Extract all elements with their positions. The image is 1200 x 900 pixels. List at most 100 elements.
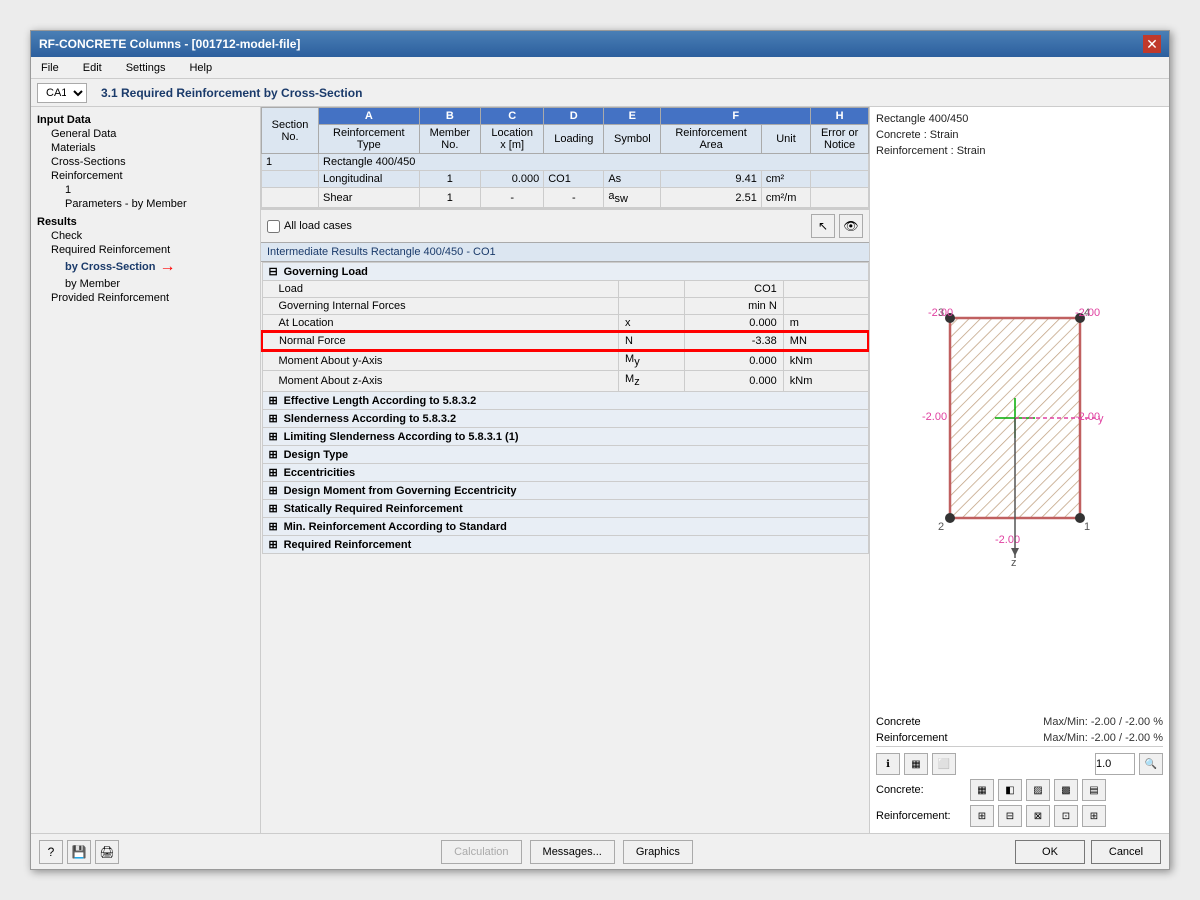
result-row-load: Load CO1 bbox=[262, 281, 868, 298]
expander-icon[interactable]: ⊟ bbox=[269, 265, 281, 278]
result-row-mz: Moment About z-Axis Mz 0.000 kNm bbox=[262, 371, 868, 391]
row-value-my: 0.000 bbox=[684, 350, 783, 371]
reinf-btn1[interactable]: ⊞ bbox=[970, 805, 994, 827]
graphics-button[interactable]: Graphics bbox=[623, 840, 693, 864]
menu-bar: File Edit Settings Help bbox=[31, 57, 1169, 79]
messages-button[interactable]: Messages... bbox=[530, 840, 615, 864]
loading-co1: CO1 bbox=[544, 171, 604, 188]
input-data-section: Input Data General Data Materials Cross-… bbox=[37, 113, 254, 211]
tree-reinforcement-1[interactable]: 1 bbox=[37, 183, 254, 197]
info-btn[interactable]: ℹ bbox=[876, 753, 900, 775]
reinforcement-control-row: Reinforcement: ⊞ ⊟ ⊠ ⊡ ⊞ bbox=[876, 805, 1163, 827]
concrete-btn5[interactable]: ▤ bbox=[1082, 779, 1106, 801]
area-9: 9.41 bbox=[661, 171, 762, 188]
statically-req-row[interactable]: ⊞ Statically Required Reinforcement bbox=[262, 499, 868, 517]
menu-settings[interactable]: Settings bbox=[120, 60, 172, 76]
tree-cross-sections[interactable]: Cross-Sections bbox=[37, 155, 254, 169]
mid-left-label: -2.00 bbox=[922, 411, 947, 423]
menu-file[interactable]: File bbox=[35, 60, 65, 76]
save-btn[interactable]: 💾 bbox=[67, 840, 91, 864]
tree-required-reinforcement[interactable]: Required Reinforcement bbox=[37, 243, 254, 257]
vis-title-line3: Reinforcement : Strain bbox=[876, 145, 1163, 157]
reinf-btn2[interactable]: ⊟ bbox=[998, 805, 1022, 827]
row-value-load: CO1 bbox=[684, 281, 783, 298]
member-1: 1 bbox=[419, 171, 481, 188]
help-btn[interactable]: ? bbox=[39, 840, 63, 864]
tree-by-member[interactable]: by Member bbox=[37, 277, 254, 291]
frame-btn[interactable]: ⬜ bbox=[932, 753, 956, 775]
concrete-value: Max/Min: -2.00 / -2.00 % bbox=[1043, 716, 1163, 728]
reinforcement-label: Reinforcement bbox=[876, 732, 948, 744]
reinf-btn3[interactable]: ⊠ bbox=[1026, 805, 1050, 827]
required-reinforcement-row[interactable]: ⊞ Required Reinforcement bbox=[262, 535, 868, 553]
tree-parameters-by-member[interactable]: Parameters - by Member bbox=[37, 197, 254, 211]
design-moment-row[interactable]: ⊞ Design Moment from Governing Eccentric… bbox=[262, 481, 868, 499]
row-name-my: Moment About y-Axis bbox=[262, 350, 619, 371]
y-axis-label: y bbox=[1098, 413, 1104, 425]
section-name-cell: Rectangle 400/450 bbox=[319, 154, 869, 171]
table-row: Longitudinal 1 0.000 CO1 As 9.41 cm² bbox=[262, 171, 869, 188]
vis-canvas: 3 4 2 1 -2.00 -2.00 -2.00 -2.00 -2.00 bbox=[876, 161, 1163, 714]
th-loading: Loading bbox=[544, 125, 604, 154]
effective-length-row[interactable]: ⊞ Effective Length According to 5.8.3.2 bbox=[262, 391, 868, 409]
reinf-btn5[interactable]: ⊞ bbox=[1082, 805, 1106, 827]
concrete-btn1[interactable]: ▦ bbox=[970, 779, 994, 801]
location-dash: - bbox=[481, 188, 544, 208]
tree-provided-reinforcement[interactable]: Provided Reinforcement bbox=[37, 291, 254, 305]
min-reinforcement-row[interactable]: ⊞ Min. Reinforcement According to Standa… bbox=[262, 517, 868, 535]
top-left-label: -2.00 bbox=[928, 307, 953, 319]
vis-title-line1: Rectangle 400/450 bbox=[876, 113, 1163, 125]
symbol-as: As bbox=[604, 171, 661, 188]
eye-icon-btn[interactable]: 👁 bbox=[839, 214, 863, 238]
concrete-row-label: Concrete: bbox=[876, 784, 966, 796]
tree-reinforcement[interactable]: Reinforcement bbox=[37, 169, 254, 183]
row-name-location: At Location bbox=[262, 315, 619, 333]
cancel-button[interactable]: Cancel bbox=[1091, 840, 1161, 864]
governing-load-header[interactable]: ⊟ Governing Load bbox=[262, 263, 868, 281]
close-button[interactable]: ✕ bbox=[1143, 35, 1161, 53]
results-table: ⊟ Governing Load Load CO1 Governing Inte… bbox=[261, 262, 869, 553]
loading-dash: - bbox=[544, 188, 604, 208]
concrete-label: Concrete bbox=[876, 716, 921, 728]
zoom-input[interactable] bbox=[1095, 753, 1135, 775]
row-value-mz: 0.000 bbox=[684, 371, 783, 391]
concrete-btn2[interactable]: ◧ bbox=[998, 779, 1022, 801]
menu-edit[interactable]: Edit bbox=[77, 60, 108, 76]
th-reinforcement-type: ReinforcementType bbox=[319, 125, 420, 154]
ok-button[interactable]: OK bbox=[1015, 840, 1085, 864]
case-selector[interactable]: CA1 bbox=[37, 83, 87, 103]
tree-materials[interactable]: Materials bbox=[37, 141, 254, 155]
all-load-cases-checkbox[interactable] bbox=[267, 220, 280, 233]
zoom-btn[interactable]: 🔍 bbox=[1139, 753, 1163, 775]
vis-controls: ℹ ▦ ⬜ 🔍 Concrete: ▦ ◧ ▨ ▩ ▤ Reinforcemen… bbox=[876, 746, 1163, 827]
top-right-label: -2.00 bbox=[1075, 307, 1100, 319]
toolbar: CA1 3.1 Required Reinforcement by Cross-… bbox=[31, 79, 1169, 107]
mid-right-label: -2.00 bbox=[1075, 411, 1100, 423]
concrete-btn4[interactable]: ▩ bbox=[1054, 779, 1078, 801]
reinf-btn4[interactable]: ⊡ bbox=[1054, 805, 1078, 827]
cursor-icon-btn[interactable]: ↖ bbox=[811, 214, 835, 238]
print-btn[interactable]: 🖨 bbox=[95, 840, 119, 864]
tree-by-cross-section[interactable]: by Cross-Section → bbox=[37, 257, 254, 277]
row-name-normal: Normal Force bbox=[262, 332, 619, 350]
eccentricities-row[interactable]: ⊞ Eccentricities bbox=[262, 463, 868, 481]
th-unit: Unit bbox=[761, 125, 810, 154]
concrete-maxmin: Concrete Max/Min: -2.00 / -2.00 % bbox=[876, 714, 1163, 730]
tree-general-data[interactable]: General Data bbox=[37, 127, 254, 141]
window-title: RF-CONCRETE Columns - [001712-model-file… bbox=[39, 37, 300, 51]
section-title: 3.1 Required Reinforcement by Cross-Sect… bbox=[101, 86, 362, 100]
grid-btn[interactable]: ▦ bbox=[904, 753, 928, 775]
slenderness-row[interactable]: ⊞ Slenderness According to 5.8.3.2 bbox=[262, 409, 868, 427]
limiting-slenderness-row[interactable]: ⊞ Limiting Slenderness According to 5.8.… bbox=[262, 427, 868, 445]
calculation-button[interactable]: Calculation bbox=[441, 840, 521, 864]
design-type-row[interactable]: ⊞ Design Type bbox=[262, 445, 868, 463]
tree-check[interactable]: Check bbox=[37, 229, 254, 243]
intermediate-results: Intermediate Results Rectangle 400/450 -… bbox=[261, 242, 869, 833]
result-row-location: At Location x 0.000 m bbox=[262, 315, 868, 333]
concrete-btn3[interactable]: ▨ bbox=[1026, 779, 1050, 801]
top-control-row: ℹ ▦ ⬜ 🔍 bbox=[876, 753, 1163, 775]
th-col-c: C bbox=[481, 108, 544, 125]
concrete-control-row: Concrete: ▦ ◧ ▨ ▩ ▤ bbox=[876, 779, 1163, 801]
row-name-gov: Governing Internal Forces bbox=[262, 298, 619, 315]
menu-help[interactable]: Help bbox=[183, 60, 218, 76]
